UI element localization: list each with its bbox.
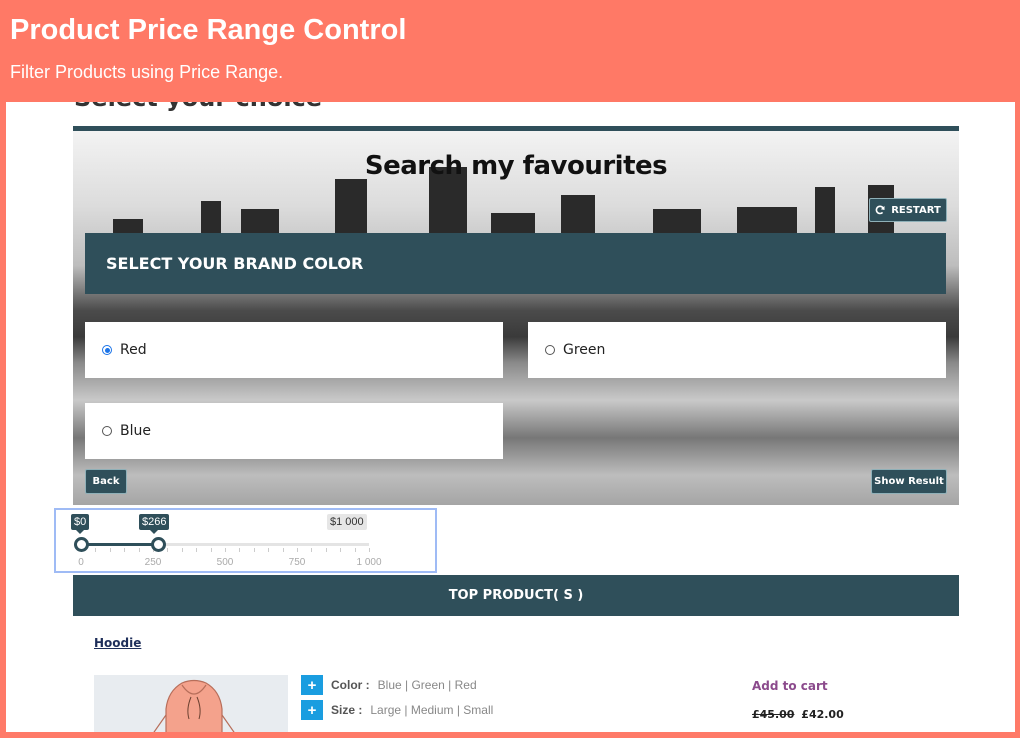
slider-track[interactable] [81,543,369,546]
restart-label: RESTART [891,204,941,216]
price-range-slider[interactable]: $0 $266 $1 000 0 250 500 750 1 000 [54,508,437,573]
option-label-blue: Blue [120,423,151,439]
option-red[interactable]: Red [85,322,503,378]
tick-mark [354,548,356,552]
tick-label: 250 [144,557,162,568]
attribute-size: + Size : Large | Medium | Small [301,700,493,720]
option-label-green: Green [563,342,606,358]
radio-green[interactable] [545,345,555,355]
expand-color-plus-icon[interactable]: + [301,675,323,695]
quiz-panel: Search my favourites RESTART SELECT YOUR… [73,126,959,505]
top-products-heading: TOP PRODUCT( S ) [73,575,959,616]
tick-mark [253,548,255,552]
max-price-tag: $266 [139,514,170,534]
partial-heading: Select your choice [74,102,322,112]
range-max-tag: $1 000 [327,514,367,530]
tick-mark [124,548,126,552]
product-image[interactable] [94,675,288,732]
restart-button[interactable]: RESTART [869,198,947,222]
old-price: £45.00 [752,708,795,721]
tick-label: 500 [216,557,234,568]
tick-mark [109,548,111,552]
expand-size-plus-icon[interactable]: + [301,700,323,720]
sale-price: £42.00 [801,708,844,721]
back-button[interactable]: Back [85,469,127,494]
radio-blue[interactable] [102,426,112,436]
tick-mark [210,548,212,552]
tick-label: 750 [288,557,306,568]
hoodie-image [153,679,235,732]
tick-mark [311,548,313,552]
option-label-red: Red [120,342,147,358]
min-handle[interactable] [74,537,89,552]
content-area: Select your choice Search my favourites [6,102,1015,732]
tick-mark [282,548,284,552]
tick-mark [239,548,241,552]
min-price-tag: $0 [71,514,90,534]
product-link-hoodie[interactable]: Hoodie [94,636,141,650]
add-to-cart-link[interactable]: Add to cart [752,679,828,693]
tick-mark [95,548,97,552]
tick-mark [325,548,327,552]
tick-mark [167,548,169,552]
attribute-name: Size : [331,703,363,717]
tick-mark [369,548,370,552]
tick-mark [138,548,140,552]
attribute-value: Blue | Green | Red [377,678,477,692]
radio-red[interactable] [102,345,112,355]
show-result-button[interactable]: Show Result [871,469,947,494]
page-banner: Product Price Range Control Filter Produ… [0,0,1020,102]
tick-mark [225,548,226,552]
banner-title: Product Price Range Control [10,14,407,46]
attribute-name: Color : [331,678,370,692]
option-blue[interactable]: Blue [85,403,503,459]
tick-mark [297,548,298,552]
attribute-value: Large | Medium | Small [370,703,494,717]
tick-mark [196,548,198,552]
tick-mark [268,548,270,552]
slider-track-fill [81,543,158,546]
question-header: SELECT YOUR BRAND COLOR [85,233,946,294]
refresh-icon [875,205,885,215]
quiz-title: Search my favourites [364,151,668,181]
tick-mark [340,548,342,552]
tick-mark [181,548,183,552]
banner-subtitle: Filter Products using Price Range. [10,62,284,82]
tick-label: 1 000 [356,557,382,568]
product-price: £45.00 £42.00 [752,708,844,721]
max-handle[interactable] [150,537,166,552]
option-green[interactable]: Green [528,322,946,378]
tick-label: 0 [78,557,84,568]
attribute-color: + Color : Blue | Green | Red [301,675,477,695]
